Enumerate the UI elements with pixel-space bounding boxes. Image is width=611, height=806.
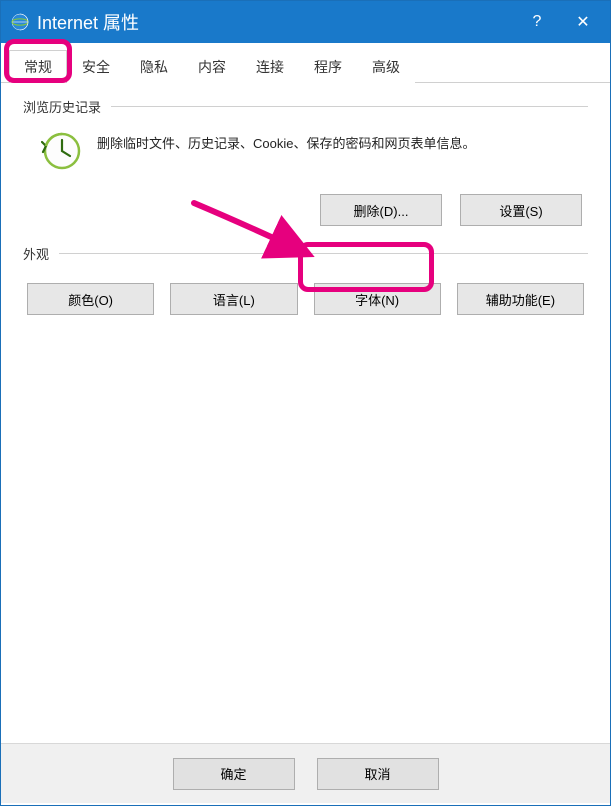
close-button[interactable]: ✕ (560, 1, 606, 43)
window-title: Internet 属性 (37, 9, 514, 35)
dialog-footer: 确定 取消 (1, 743, 610, 803)
divider (59, 253, 588, 254)
globe-icon (11, 13, 29, 31)
tab-privacy[interactable]: 隐私 (125, 50, 183, 83)
colors-button[interactable]: 颜色(O) (27, 283, 154, 315)
accessibility-button[interactable]: 辅助功能(E) (457, 283, 584, 315)
delete-history-button[interactable]: 删除(D)... (320, 194, 442, 226)
section-header-history: 浏览历史记录 (23, 97, 588, 116)
cancel-button[interactable]: 取消 (317, 758, 439, 790)
tab-security[interactable]: 安全 (67, 50, 125, 83)
tab-panel-general: 浏览历史记录 删除临时文件、历史记录、Cookie、保存的密码和网页表单信息。 … (1, 83, 610, 743)
languages-button[interactable]: 语言(L) (170, 283, 297, 315)
help-button[interactable]: ? (514, 1, 560, 43)
tab-programs[interactable]: 程序 (299, 50, 357, 83)
titlebar: Internet 属性 ? ✕ (1, 1, 610, 43)
tab-advanced[interactable]: 高级 (357, 50, 415, 83)
fonts-button[interactable]: 字体(N) (314, 283, 441, 315)
history-settings-button[interactable]: 设置(S) (460, 194, 582, 226)
tab-strip: 常规 安全 隐私 内容 连接 程序 高级 (1, 43, 610, 83)
tab-general[interactable]: 常规 (9, 50, 67, 83)
tab-content[interactable]: 内容 (183, 50, 241, 83)
history-clock-icon (41, 130, 83, 172)
section-header-appearance: 外观 (23, 244, 588, 263)
tab-connections[interactable]: 连接 (241, 50, 299, 83)
divider (111, 106, 588, 107)
history-description: 删除临时文件、历史记录、Cookie、保存的密码和网页表单信息。 (97, 130, 475, 154)
section-label-appearance: 外观 (23, 244, 49, 263)
section-label-history: 浏览历史记录 (23, 97, 101, 116)
ok-button[interactable]: 确定 (173, 758, 295, 790)
